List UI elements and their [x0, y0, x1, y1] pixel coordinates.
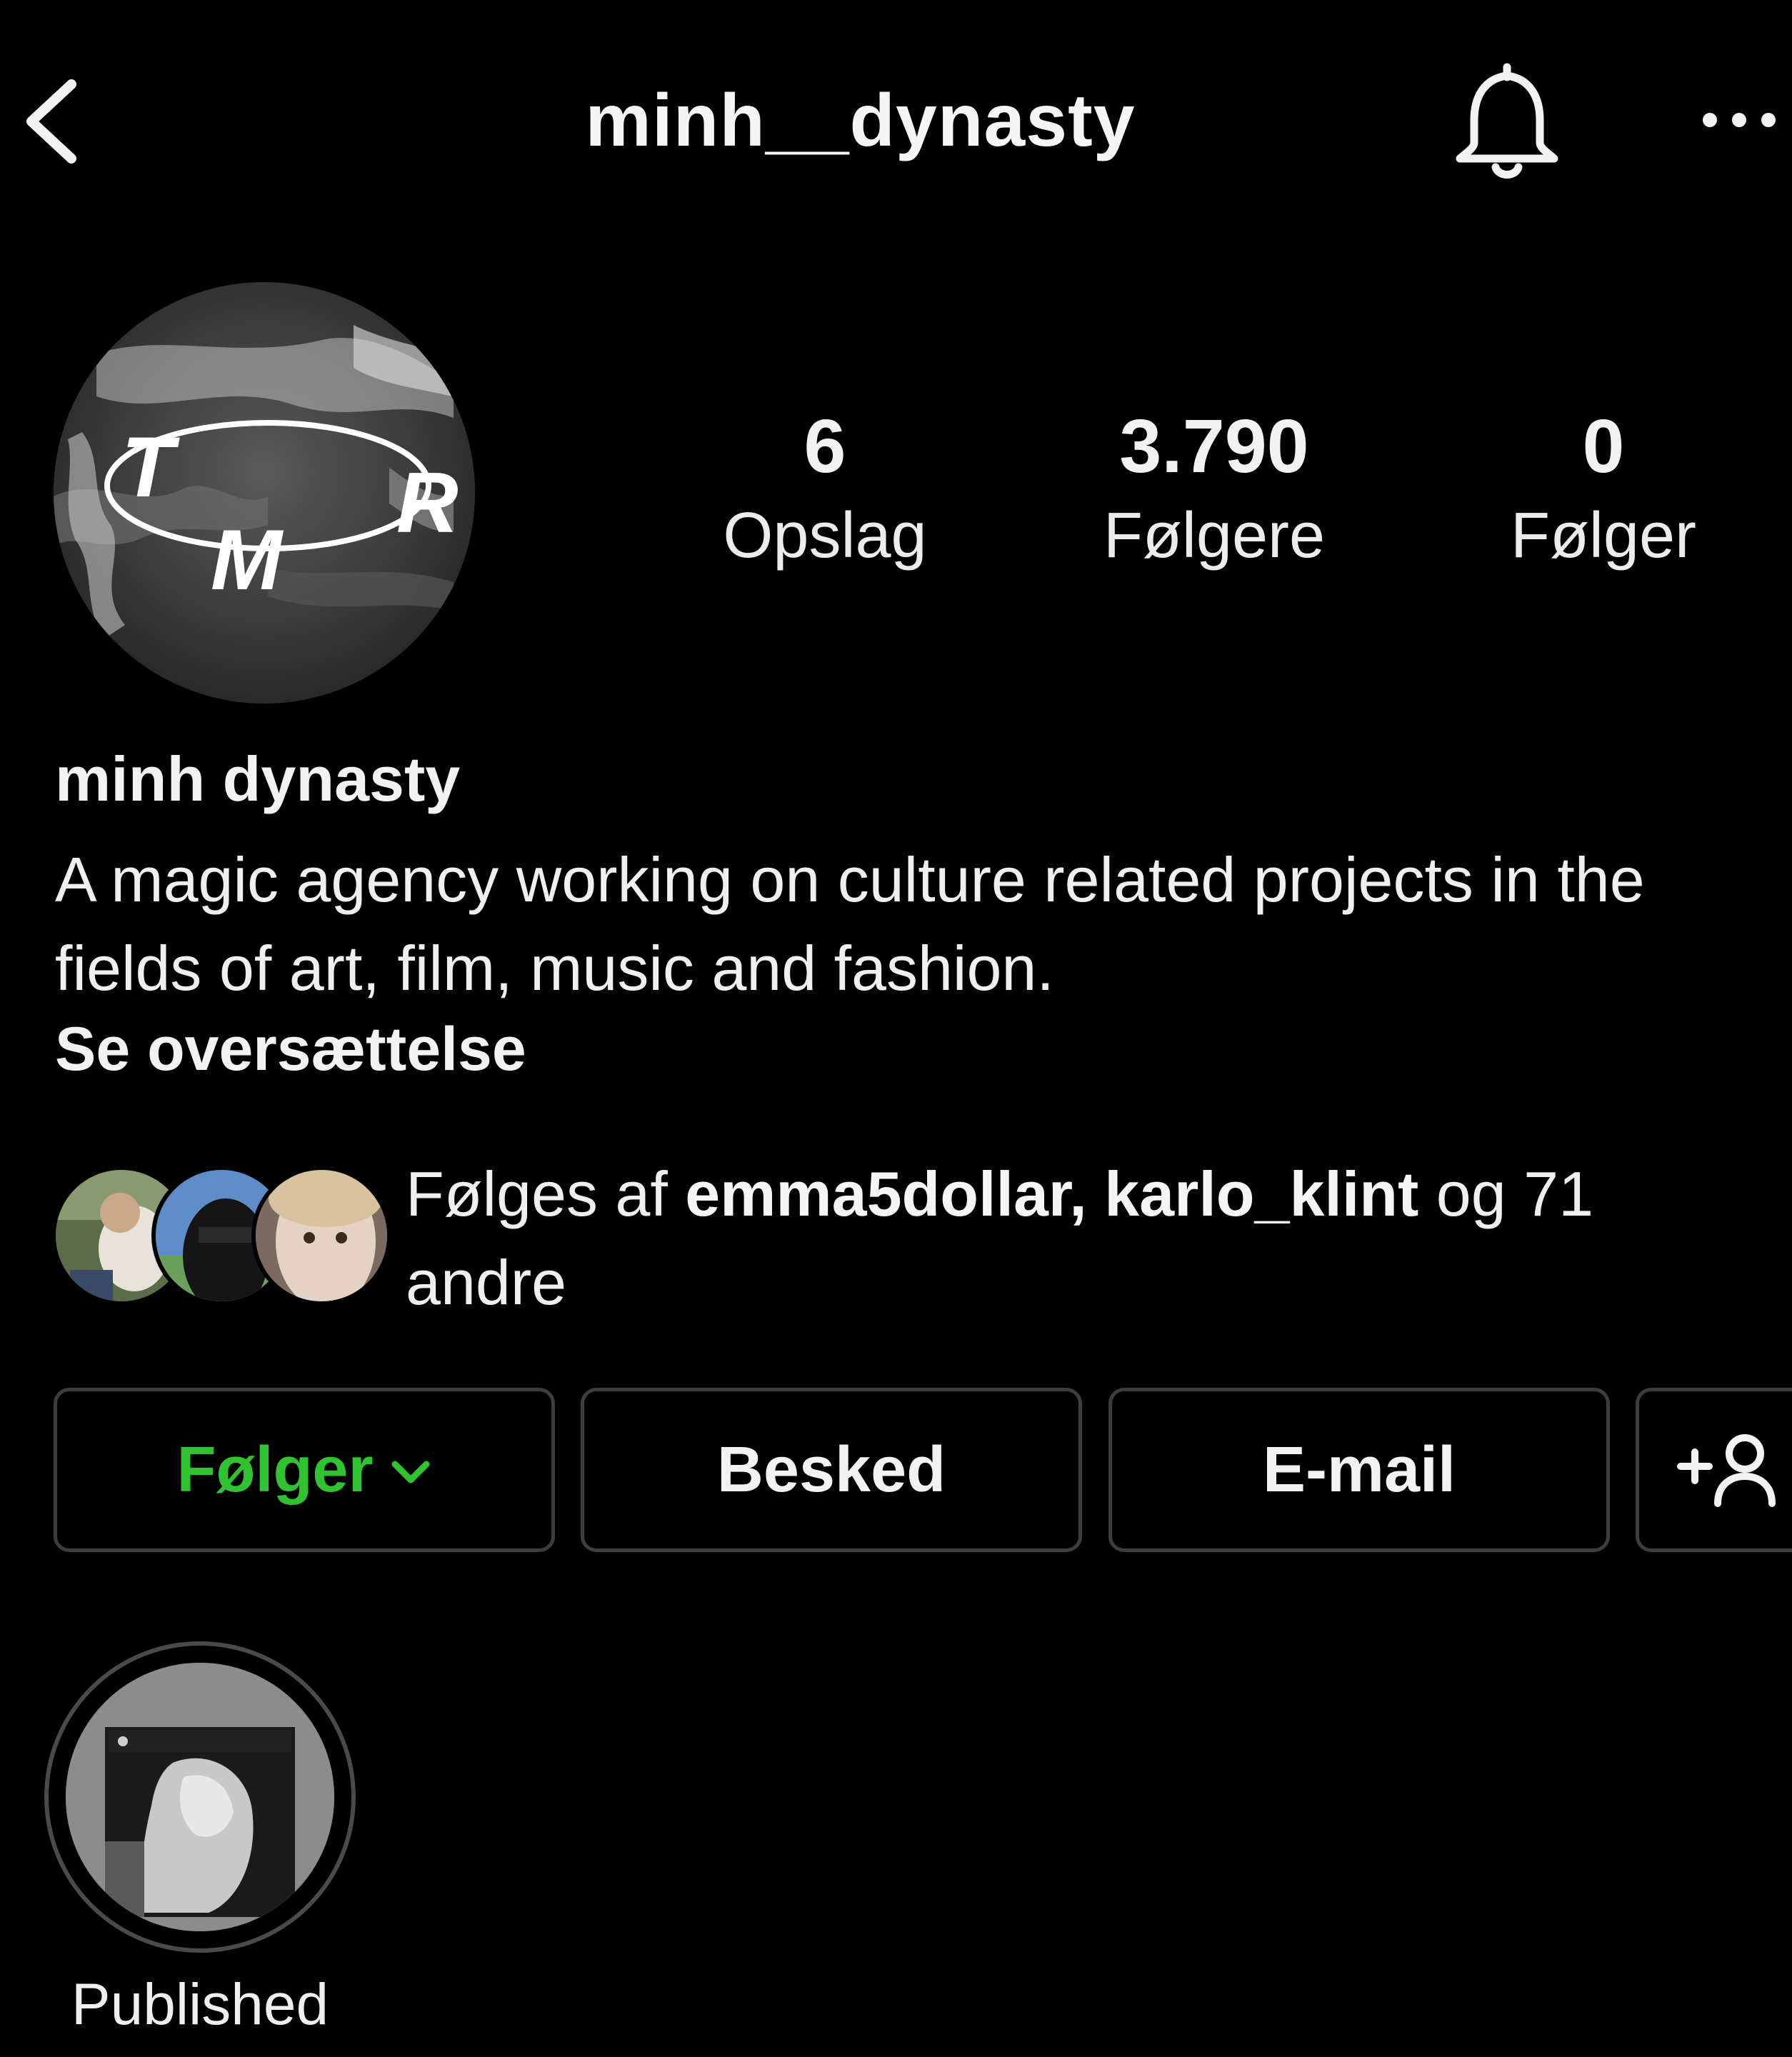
highlight-cover-image[interactable] [66, 1663, 334, 1931]
stat-posts[interactable]: 6 Opslag [682, 400, 968, 579]
more-options-icon[interactable] [1700, 106, 1778, 134]
message-button-label: Besked [716, 1433, 946, 1506]
followed-by-prefix: Følges af [406, 1158, 686, 1229]
profile-display-name: minh dynasty [55, 744, 461, 814]
posts-count: 6 [804, 404, 846, 489]
followers-count: 3.790 [1119, 404, 1309, 489]
profile-avatar[interactable]: T M R [54, 282, 475, 704]
mutual-avatar [251, 1166, 391, 1306]
highlight-label: Published [71, 1972, 329, 2037]
logo-letter-m: M [211, 512, 284, 608]
stat-following[interactable]: 0 Følger [1461, 400, 1746, 579]
mutual-followers-avatars[interactable] [51, 1166, 391, 1308]
posts-label: Opslag [723, 500, 927, 571]
following-count: 0 [1582, 404, 1625, 489]
logo-letter-r: R [396, 455, 459, 551]
chevron-down-icon [391, 1461, 429, 1483]
message-button[interactable]: Besked [581, 1388, 1082, 1552]
notification-bell-icon[interactable] [1450, 63, 1564, 184]
stat-followers[interactable]: 3.790 Følgere [1071, 400, 1357, 579]
suggested-users-button[interactable] [1636, 1388, 1792, 1552]
see-translation-link[interactable]: Se oversættelse [55, 1014, 526, 1085]
followed-by-text[interactable]: Følges af emma5dollar, karlo_klint og 71… [406, 1150, 1763, 1327]
email-button-label: E-mail [1262, 1433, 1456, 1506]
logo-letter-t: T [121, 419, 180, 515]
following-button[interactable]: Følger [54, 1388, 555, 1552]
add-user-icon [1677, 1434, 1776, 1507]
following-button-label: Følger [176, 1433, 374, 1506]
followers-label: Følgere [1103, 500, 1326, 571]
avatar-logo-image: T M R [54, 282, 475, 704]
followed-by-names[interactable]: emma5dollar, karlo_klint [685, 1158, 1418, 1229]
email-button[interactable]: E-mail [1108, 1388, 1610, 1552]
profile-bio: A magic agency working on culture relate… [55, 844, 1645, 1004]
following-label: Følger [1510, 500, 1697, 571]
